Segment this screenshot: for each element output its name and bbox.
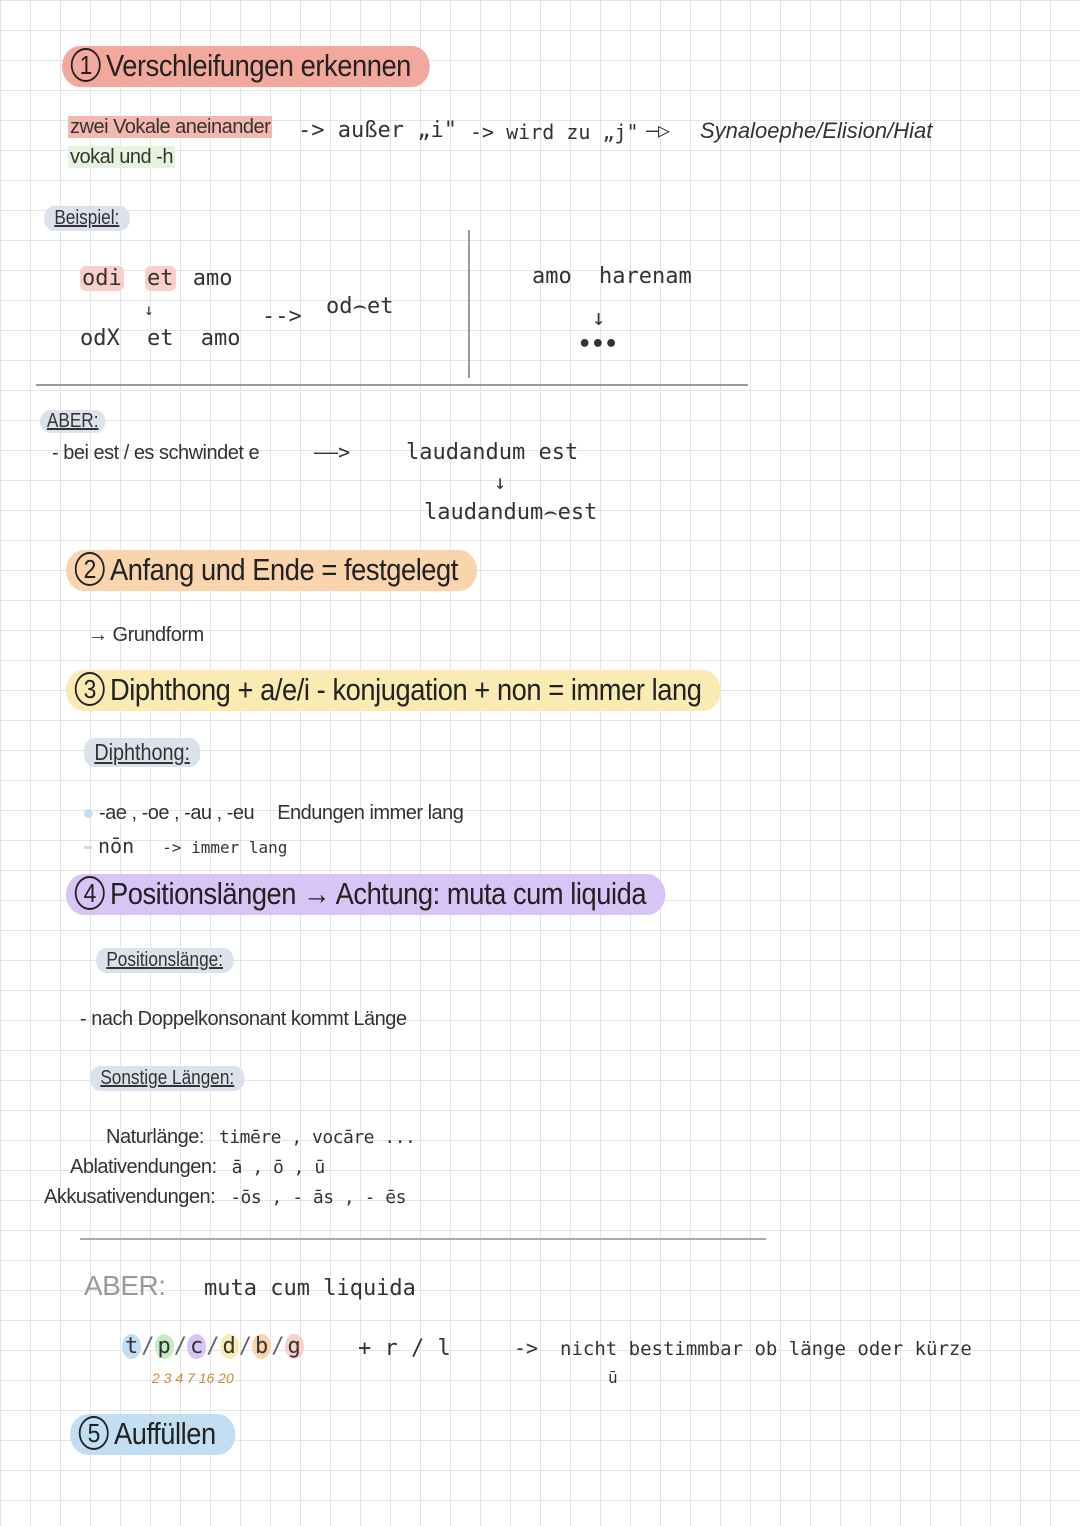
ablativ-value: ā , ō , ū — [231, 1157, 326, 1178]
akkusativ-label: Akkusativendungen: — [44, 1186, 216, 1208]
muta-p: p — [154, 1334, 174, 1359]
ex2-result: ••• — [578, 332, 618, 357]
number-circle-5: 5 — [78, 1415, 109, 1450]
arrow-triangle: —▷ — [646, 118, 671, 142]
result-arrow: -> — [514, 1336, 539, 1360]
example-1-line-1: odi et amo — [80, 266, 233, 291]
bullet-2-text: vokal und -h — [68, 146, 175, 168]
number-circle-4: 4 — [74, 875, 105, 910]
aber-down-arrow: ↓ — [494, 470, 507, 494]
example-2-line-1: amo harenam — [532, 264, 692, 289]
number-circle-1: 1 — [70, 47, 101, 82]
arrow-wird-zu-j: -> wird zu „j" — [470, 120, 639, 144]
muta-g: g — [284, 1334, 304, 1359]
heading-5: 5 Auffüllen — [70, 1414, 236, 1455]
naturlaenge-row: Naturlänge: timēre , vocāre ... — [106, 1126, 416, 1149]
bullet-dash — [84, 846, 92, 849]
aber-example-1: laudandum est — [406, 440, 579, 465]
result-text: nicht bestimmbar ob länge oder kürze — [560, 1338, 972, 1360]
plus-r-l: + r / l — [358, 1336, 451, 1361]
ex1-word-odi: odi — [80, 266, 124, 291]
non-word: nōn — [98, 834, 135, 858]
ex1-word-amo: amo — [192, 266, 233, 291]
aber-arrow-1: ——> — [314, 440, 351, 464]
number-circle-2: 2 — [74, 551, 105, 586]
ex2-word-harenam: harenam — [599, 264, 692, 289]
example-1-line-2: odX et amo — [80, 326, 241, 351]
bullet-1-text: zwei Vokale aneinander — [68, 116, 273, 138]
ex1-word-odx: odX — [80, 326, 120, 351]
vertical-divider — [468, 230, 470, 378]
naturlaenge-value: timēre , vocāre ... — [218, 1127, 416, 1148]
horizontal-divider-1 — [36, 384, 748, 386]
heading-3-title: Diphthong + a/e/i - konjugation + non = … — [110, 672, 702, 707]
akkusativ-value: -ōs , - ās , - ēs — [230, 1187, 406, 1208]
heading-1-title: Verschleifungen erkennen — [106, 48, 411, 83]
terms-synaloephe: Synaloephe/Elision/Hiat — [700, 118, 933, 143]
muta-cum-liquida-text: muta cum liquida — [204, 1276, 416, 1301]
grundform-text: → Grundform — [88, 624, 204, 646]
muta-b: b — [252, 1334, 272, 1359]
muta-d: d — [219, 1334, 239, 1359]
ex1-result: od⌢et — [326, 294, 394, 319]
heading-3: 3 Diphthong + a/e/i - konjugation + non =… — [66, 670, 721, 711]
aber-label-2: ABER: — [84, 1270, 166, 1301]
diphthong-line-1: -ae , -oe , -au , -eu Endungen immer lan… — [84, 802, 464, 825]
ex1-word-et: et — [145, 266, 176, 291]
heading-2: 2 Anfang und Ende = festgelegt — [66, 550, 478, 591]
diphthong-tag: Diphthong: — [84, 738, 201, 767]
naturlaenge-label: Naturlänge: — [106, 1126, 204, 1148]
muta-numbers: 2 3 4 7 16 20 — [152, 1370, 234, 1386]
akkusativ-row: Akkusativendungen: -ōs , - ās , - ēs — [44, 1186, 406, 1209]
bullet-zwei-vokale: zwei Vokale aneinander — [68, 116, 273, 139]
breve-mark: ū — [608, 1368, 618, 1387]
ex1-down-arrow: ↓ — [144, 300, 154, 319]
aber-text-1: - bei est / es schwindet e — [52, 442, 260, 464]
ex2-word-amo: amo — [532, 264, 572, 289]
muta-c: c — [187, 1334, 207, 1359]
positionslaenge-text: - nach Doppelkonsonant kommt Länge — [80, 1008, 407, 1030]
arrow-ausser-i: -> außer „i" — [298, 118, 457, 143]
muta-letters: t / p / c / d / b / g — [122, 1334, 304, 1359]
aber-example-2: laudandum⌢est — [424, 500, 598, 525]
ex1-word-et-2: et — [147, 326, 174, 351]
ablativ-row: Ablativendungen: ā , ō , ū — [70, 1156, 325, 1179]
ablativ-label: Ablativendungen: — [70, 1156, 217, 1178]
diphthong-note: Endungen immer lang — [277, 802, 464, 824]
heading-1: 1 Verschleifungen erkennen — [62, 46, 431, 87]
heading-4: 4 Positionslängen → Achtung: muta cum liq… — [66, 874, 666, 915]
bullet-dot — [84, 809, 93, 819]
positionslaenge-tag: Positionslänge: — [96, 948, 234, 973]
number-circle-3: 3 — [74, 671, 105, 706]
heading-5-title: Auffüllen — [114, 1416, 216, 1451]
heading-2-title: Anfang und Ende = festgelegt — [110, 552, 458, 587]
diphthong-line-2: nōn -> immer lang — [84, 834, 287, 858]
diphthong-endings: -ae , -oe , -au , -eu — [99, 802, 255, 824]
heading-4-title: Positionslängen → Achtung: muta cum liqu… — [110, 876, 647, 911]
horizontal-divider-2 — [80, 1238, 766, 1240]
beispiel-label: Beispiel: — [44, 206, 130, 231]
aber-label-1: ABER: — [40, 410, 106, 433]
muta-t: t — [122, 1334, 142, 1359]
ex2-down-arrow: ↓ — [592, 306, 606, 331]
ex1-word-amo-2: amo — [200, 326, 241, 351]
bullet-vokal-h: vokal und -h — [68, 146, 175, 169]
ex1-arrow: --> — [262, 304, 302, 329]
non-note: -> immer lang — [162, 838, 288, 857]
sonstige-laengen-tag: Sonstige Längen: — [90, 1066, 245, 1091]
